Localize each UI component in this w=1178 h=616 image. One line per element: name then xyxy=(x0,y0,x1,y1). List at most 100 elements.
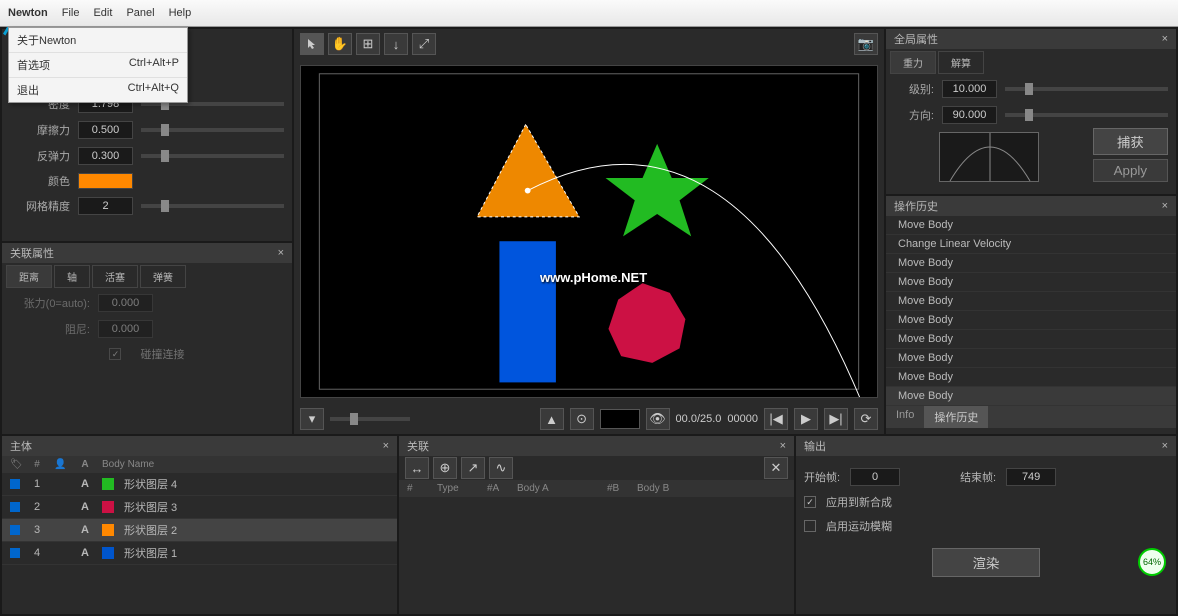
play-button[interactable]: ▶ xyxy=(794,408,818,430)
select-tool[interactable] xyxy=(300,33,324,55)
zoom-dropdown[interactable]: ▾ xyxy=(300,408,324,430)
body-row[interactable]: 1 A 形状图层 4 xyxy=(2,473,397,496)
viewport-panel: ✋ ⊞ ↓ ⤢ 📷 ▾ xyxy=(294,29,884,434)
apply-button[interactable]: Apply xyxy=(1093,159,1168,182)
start-frame-input[interactable]: 0 xyxy=(850,468,900,486)
history-item[interactable]: Move Body xyxy=(886,368,1176,387)
grid-tool[interactable]: ⊞ xyxy=(356,33,380,55)
tab-spring[interactable]: 弹簧 xyxy=(140,265,186,288)
body-letter: A xyxy=(78,501,92,513)
link-tool-3[interactable]: ↗ xyxy=(461,457,485,479)
body-row[interactable]: 3 A 形状图层 2 xyxy=(2,519,397,542)
next-frame-button[interactable]: ▶| xyxy=(824,408,848,430)
links-title: 关联 xyxy=(407,438,429,454)
history-item[interactable]: Move Body xyxy=(886,292,1176,311)
expand-tool[interactable]: ⤢ xyxy=(412,33,436,55)
history-item[interactable]: Move Body xyxy=(886,216,1176,235)
eye-icon[interactable]: 👁 xyxy=(646,408,670,430)
history-item[interactable]: Change Linear Velocity xyxy=(886,235,1176,254)
dropdown-exit[interactable]: 退出Ctrl+Alt+Q xyxy=(9,78,187,102)
color-swatch[interactable] xyxy=(78,173,133,189)
body-color-swatch xyxy=(102,524,114,536)
down-tool[interactable]: ↓ xyxy=(384,33,408,55)
menu-file[interactable]: File xyxy=(62,7,80,19)
fit-icon[interactable]: ▲ xyxy=(540,408,564,430)
history-item[interactable]: Move Body xyxy=(886,273,1176,292)
body-color-swatch xyxy=(102,501,114,513)
col-a: A xyxy=(78,459,92,470)
close-icon[interactable]: × xyxy=(1162,33,1168,45)
history-tab[interactable]: 操作历史 xyxy=(924,406,988,428)
history-item[interactable]: Move Body xyxy=(886,254,1176,273)
close-icon[interactable]: × xyxy=(1162,200,1168,212)
friction-slider[interactable] xyxy=(141,128,284,132)
menu-newton[interactable]: Newton xyxy=(8,7,48,19)
snapshot-icon[interactable]: 📷 xyxy=(854,33,878,55)
link-tool-1[interactable]: ↔ xyxy=(405,457,429,479)
tab-piston[interactable]: 活塞 xyxy=(92,265,138,288)
tab-solver[interactable]: 解算 xyxy=(938,51,984,74)
link-col-b-num: #B xyxy=(607,483,627,494)
col-name: Body Name xyxy=(102,459,154,470)
body-letter: A xyxy=(78,478,92,490)
damping-input[interactable]: 0.000 xyxy=(98,320,153,338)
direction-slider[interactable] xyxy=(1005,113,1168,117)
dropdown-about[interactable]: 关于Newton xyxy=(9,28,187,53)
viewport[interactable] xyxy=(300,65,878,398)
global-panel: 全局属性× 重力 解算 级别:10.000 方向:90.000 捕获 Apply xyxy=(886,29,1176,194)
mesh-input[interactable]: 2 xyxy=(78,197,133,215)
direction-input[interactable]: 90.000 xyxy=(942,106,997,124)
center-icon[interactable]: ⊙ xyxy=(570,408,594,430)
start-label: 开始帧: xyxy=(804,469,840,485)
body-row[interactable]: 4 A 形状图层 1 xyxy=(2,542,397,565)
direction-preview xyxy=(939,132,1039,182)
link-col-body-b: Body B xyxy=(637,483,669,494)
tab-gravity[interactable]: 重力 xyxy=(890,51,936,74)
link-tool-4[interactable]: ∿ xyxy=(489,457,513,479)
body-mark xyxy=(10,525,20,535)
apply-new-comp-checkbox[interactable] xyxy=(804,496,816,508)
close-icon[interactable]: × xyxy=(383,440,389,452)
menu-edit[interactable]: Edit xyxy=(93,7,112,19)
history-item[interactable]: Move Body xyxy=(886,330,1176,349)
body-num: 1 xyxy=(30,478,44,490)
close-icon[interactable]: × xyxy=(278,247,284,259)
bounce-slider[interactable] xyxy=(141,154,284,158)
tension-input[interactable]: 0.000 xyxy=(98,294,153,312)
link-tool-2[interactable]: ⊕ xyxy=(433,457,457,479)
dropdown-prefs[interactable]: 首选项Ctrl+Alt+P xyxy=(9,53,187,78)
render-button[interactable]: 渲染 xyxy=(932,548,1041,577)
level-input[interactable]: 10.000 xyxy=(942,80,997,98)
close-icon[interactable]: × xyxy=(780,440,786,452)
history-item[interactable]: Move Body xyxy=(886,349,1176,368)
trajectory-arc xyxy=(528,164,862,397)
menu-panel[interactable]: Panel xyxy=(126,7,154,19)
friction-input[interactable]: 0.500 xyxy=(78,121,133,139)
zoom-slider[interactable] xyxy=(330,417,410,421)
body-num: 3 xyxy=(30,524,44,536)
motion-blur-checkbox[interactable] xyxy=(804,520,816,532)
mesh-slider[interactable] xyxy=(141,204,284,208)
tab-distance[interactable]: 距离 xyxy=(6,265,52,288)
tab-axis[interactable]: 轴 xyxy=(54,265,90,288)
collision-checkbox[interactable] xyxy=(109,348,121,360)
body-row[interactable]: 2 A 形状图层 3 xyxy=(2,496,397,519)
direction-label: 方向: xyxy=(894,107,934,123)
links-panel: 关联× ↔ ⊕ ↗ ∿ ✕ # Type #A Body A #B Body B xyxy=(399,436,794,614)
close-icon[interactable]: × xyxy=(1162,440,1168,452)
capture-button[interactable]: 捕获 xyxy=(1093,128,1168,155)
loop-button[interactable]: ⟳ xyxy=(854,408,878,430)
menu-help[interactable]: Help xyxy=(169,7,192,19)
info-tab[interactable]: Info xyxy=(886,406,924,428)
preview-thumb xyxy=(600,409,640,429)
prev-frame-button[interactable]: |◀ xyxy=(764,408,788,430)
tag-icon[interactable]: 🏷 xyxy=(10,459,20,470)
end-frame-input[interactable]: 749 xyxy=(1006,468,1056,486)
level-label: 级别: xyxy=(894,81,934,97)
history-item[interactable]: Move Body xyxy=(886,387,1176,406)
link-delete[interactable]: ✕ xyxy=(764,457,788,479)
level-slider[interactable] xyxy=(1005,87,1168,91)
history-item[interactable]: Move Body xyxy=(886,311,1176,330)
hand-tool[interactable]: ✋ xyxy=(328,33,352,55)
bounce-input[interactable]: 0.300 xyxy=(78,147,133,165)
